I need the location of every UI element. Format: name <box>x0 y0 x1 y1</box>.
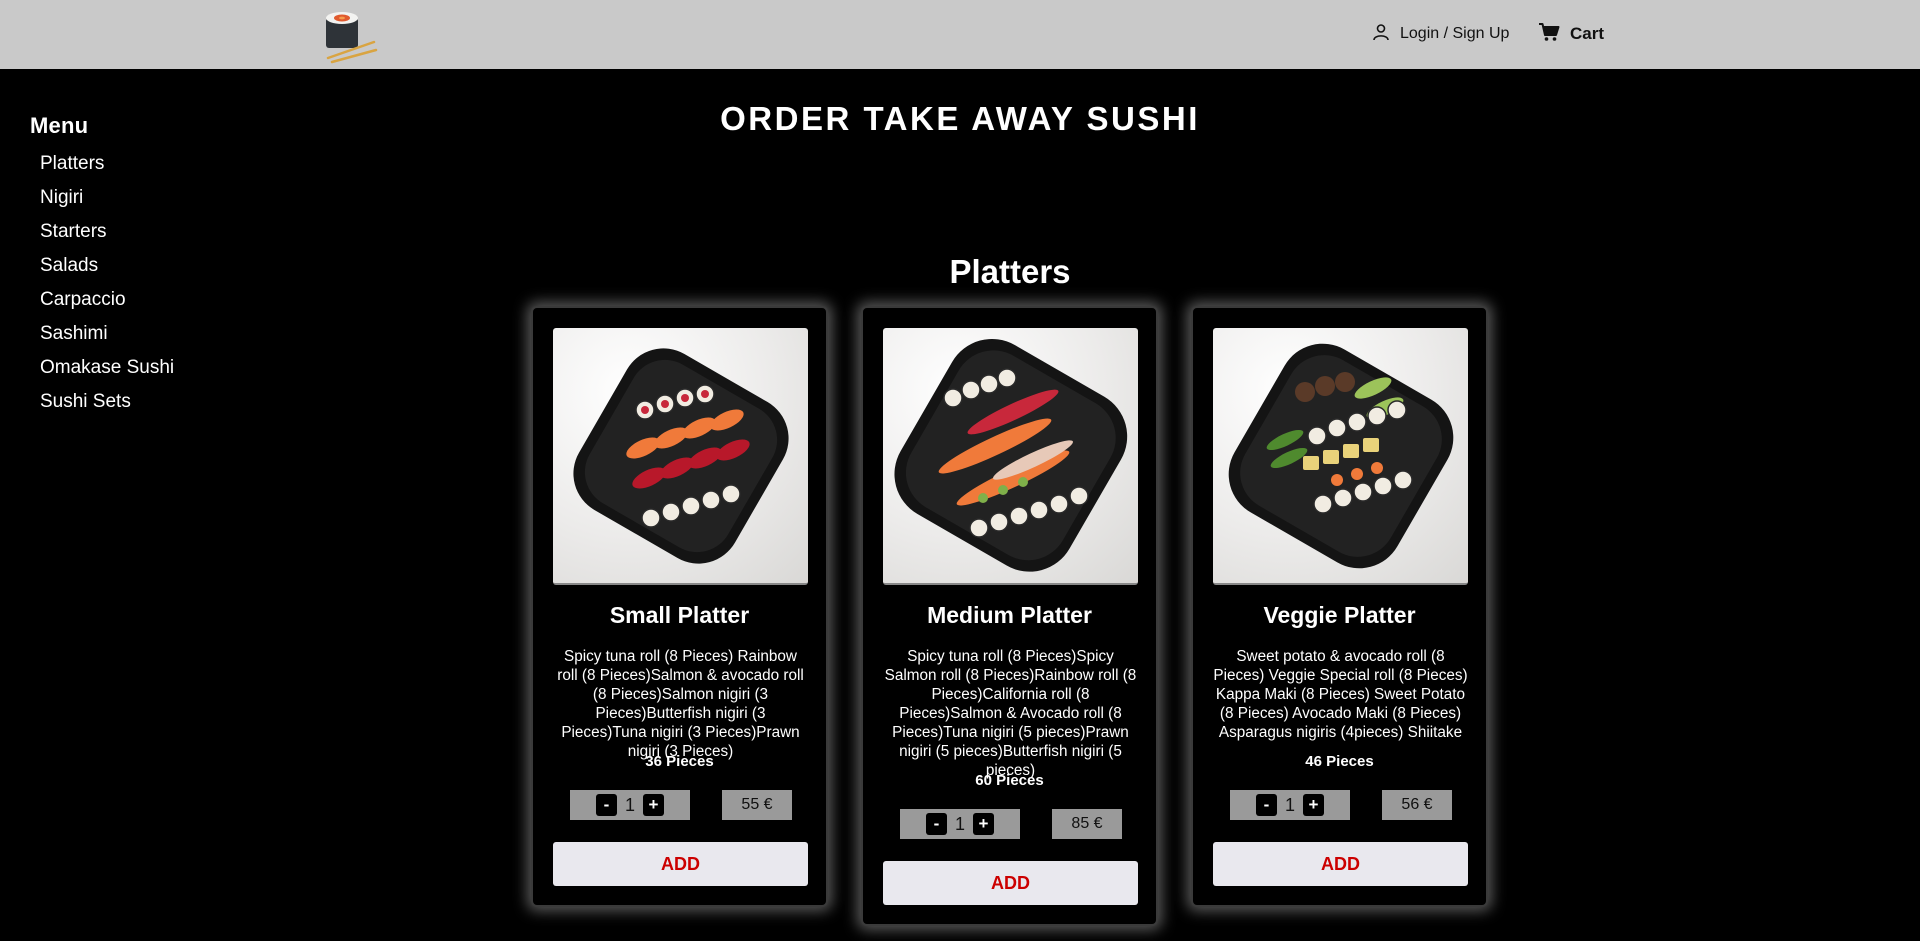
decrease-quantity-button[interactable]: - <box>926 813 947 835</box>
add-to-cart-button[interactable]: ADD <box>1213 842 1468 886</box>
product-card-medium-platter: Medium Platter Spicy tuna roll (8 Pieces… <box>861 306 1158 926</box>
add-to-cart-button[interactable]: ADD <box>883 861 1138 905</box>
product-price: 85 € <box>1052 809 1122 839</box>
quantity-stepper: - 1 + <box>900 809 1020 839</box>
product-description: Spicy tuna roll (8 Pieces) Rainbow roll … <box>557 648 804 760</box>
cart-label: Cart <box>1570 24 1605 43</box>
increase-quantity-button[interactable]: + <box>973 813 994 835</box>
sidebar-item-sashimi[interactable]: Sashimi <box>40 321 174 355</box>
product-pieces: 36 Pieces <box>645 753 714 770</box>
cart-link[interactable]: Cart <box>1538 19 1604 49</box>
section-title: Platters <box>949 253 1071 290</box>
login-label: Login / Sign Up <box>1400 25 1510 42</box>
sidebar-item-omakase-sushi[interactable]: Omakase Sushi <box>40 355 174 389</box>
decrease-quantity-button[interactable]: - <box>596 794 617 816</box>
quantity-value: 1 <box>1284 794 1295 815</box>
product-description: Spicy tuna roll (8 Pieces)Spicy Salmon r… <box>884 648 1137 779</box>
sushi-roll-logo-icon[interactable] <box>320 8 378 64</box>
sidebar-item-sushi-sets[interactable]: Sushi Sets <box>40 389 174 423</box>
quantity-value: 1 <box>954 813 965 834</box>
increase-quantity-button[interactable]: + <box>1303 794 1324 816</box>
page-title: ORDER TAKE AWAY SUSHI <box>720 100 1200 137</box>
product-name: Small Platter <box>609 602 750 628</box>
product-pieces: 46 Pieces <box>1305 753 1374 770</box>
product-image <box>1213 328 1468 585</box>
sidebar-item-nigiri[interactable]: Nigiri <box>40 185 174 219</box>
product-image <box>883 328 1138 585</box>
product-pieces: 60 Pieces <box>975 772 1044 789</box>
product-price: 56 € <box>1382 790 1452 820</box>
top-header: Login / Sign Up Cart <box>0 0 1920 69</box>
product-name: Veggie Platter <box>1263 602 1416 628</box>
cart-icon <box>1538 22 1560 47</box>
sidebar-item-platters[interactable]: Platters <box>40 151 174 185</box>
quantity-value: 1 <box>624 794 635 815</box>
quantity-stepper: - 1 + <box>570 790 690 820</box>
decrease-quantity-button[interactable]: - <box>1256 794 1277 816</box>
sidebar-item-carpaccio[interactable]: Carpaccio <box>40 287 174 321</box>
add-to-cart-button[interactable]: ADD <box>553 842 808 886</box>
user-icon <box>1372 23 1390 46</box>
product-description: Sweet potato & avocado roll (8 Pieces) V… <box>1213 648 1468 741</box>
login-signup-link[interactable]: Login / Sign Up <box>1372 21 1509 47</box>
product-price: 55 € <box>722 790 792 820</box>
product-name: Medium Platter <box>927 602 1092 628</box>
product-image <box>553 328 808 585</box>
product-card-small-platter: Small Platter Spicy tuna roll (8 Pieces)… <box>531 306 828 907</box>
quantity-stepper: - 1 + <box>1230 790 1350 820</box>
increase-quantity-button[interactable]: + <box>643 794 664 816</box>
sidebar-item-starters[interactable]: Starters <box>40 219 174 253</box>
product-card-veggie-platter: Veggie Platter Sweet potato & avocado ro… <box>1191 306 1488 907</box>
